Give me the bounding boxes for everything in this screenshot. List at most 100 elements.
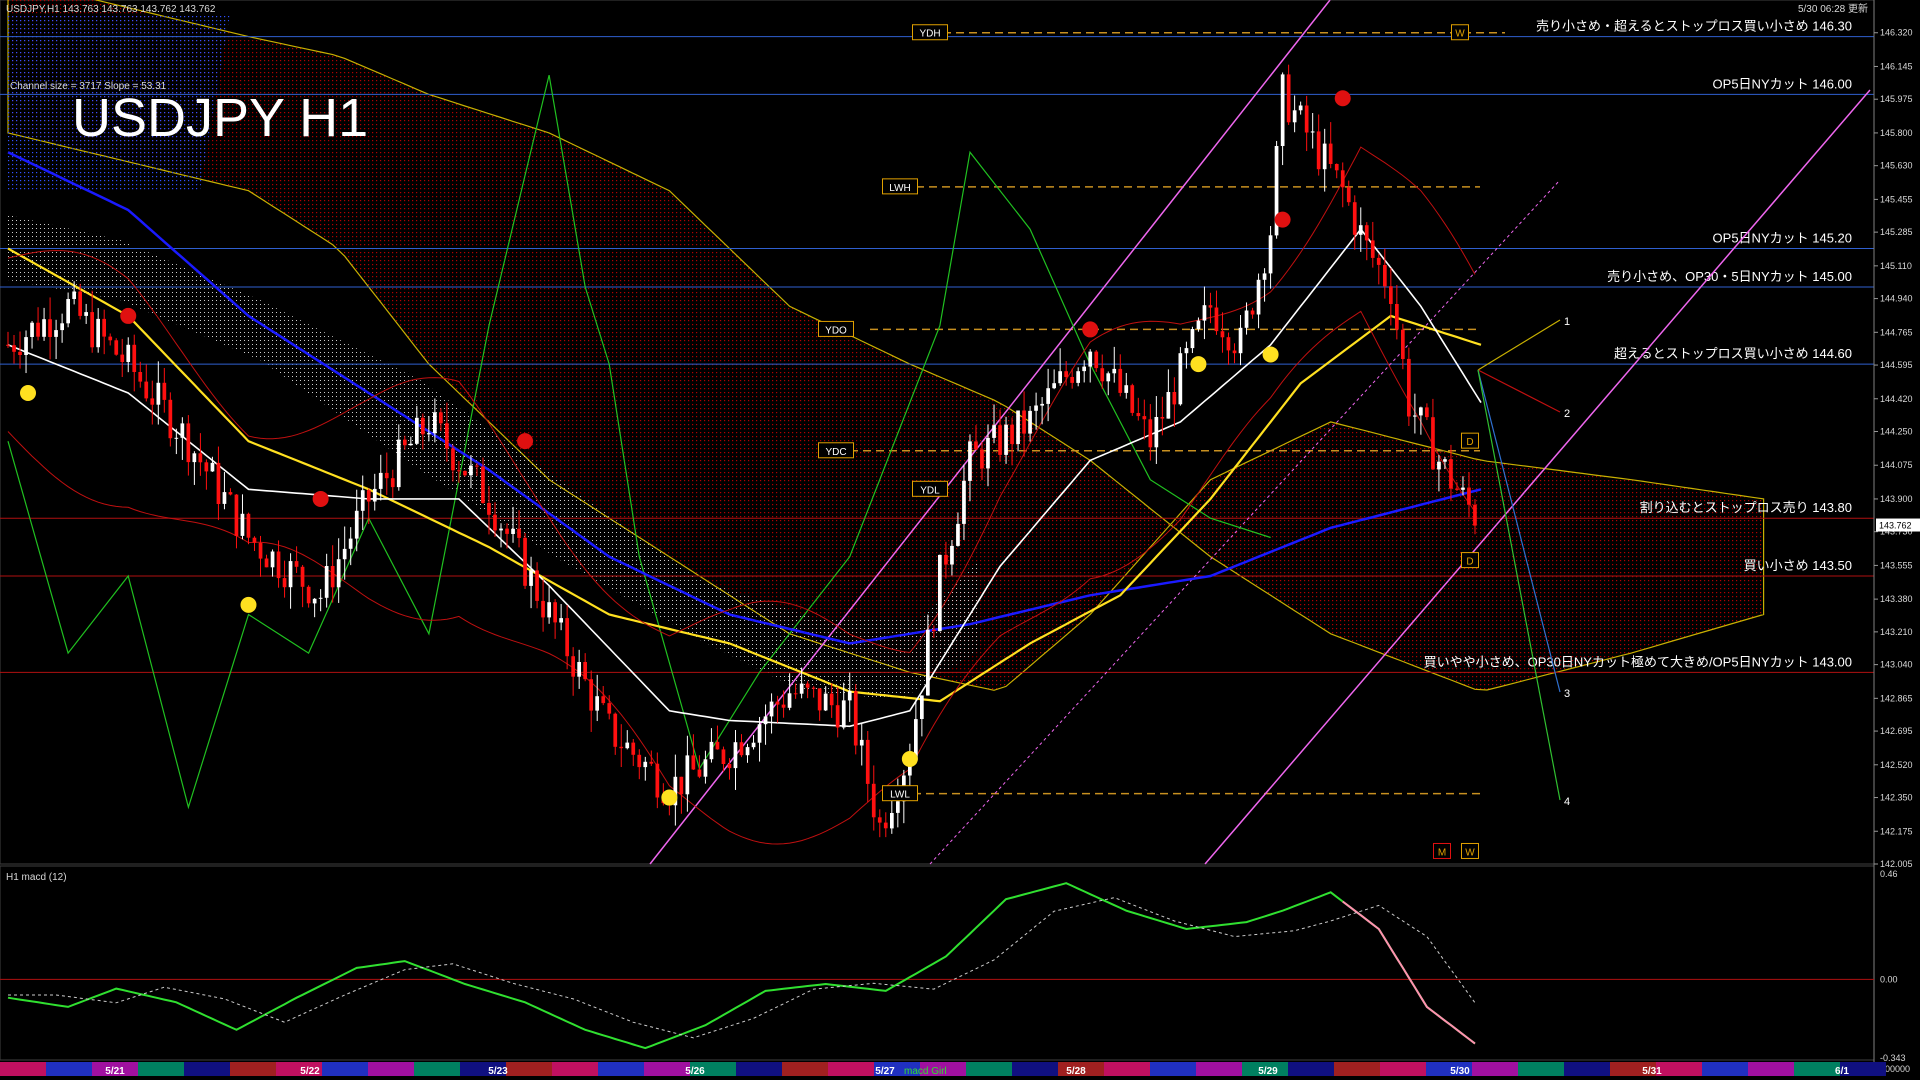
candle-body: [132, 344, 137, 372]
candle-body: [1328, 143, 1333, 164]
candle-body: [721, 749, 726, 764]
candle-body: [42, 319, 46, 337]
axis-tick-label-17: 143.380: [1880, 594, 1913, 604]
candle-body: [787, 693, 792, 708]
candle-body: [1334, 164, 1339, 171]
candle-body: [439, 412, 443, 424]
candle-body: [938, 554, 942, 632]
candle-body: [733, 742, 738, 769]
candle-body: [1004, 424, 1008, 455]
axis-tick-label-6: 145.285: [1880, 227, 1913, 237]
candle-body: [366, 490, 371, 502]
candle-body: [1250, 310, 1255, 315]
candle-body: [1467, 487, 1471, 505]
candle-body: [312, 598, 317, 604]
candle-body: [463, 471, 467, 476]
candle-body: [853, 691, 858, 746]
candle-body: [1160, 417, 1165, 419]
candle-body: [829, 693, 834, 706]
candle-body: [1316, 131, 1321, 170]
candle-body: [246, 513, 251, 538]
candle-body: [926, 629, 930, 696]
candle-body: [1118, 368, 1123, 393]
date-band: [1334, 1062, 1380, 1076]
candle-body: [78, 291, 82, 316]
candle-body: [571, 656, 575, 677]
candle-body: [1310, 131, 1315, 133]
candle-body: [390, 478, 395, 488]
axis-tick-label-21: 142.695: [1880, 726, 1913, 736]
candle-body: [896, 801, 900, 813]
candle-body: [60, 323, 64, 331]
candle-body: [336, 559, 341, 588]
candle-body: [324, 566, 329, 598]
candle-body: [126, 344, 131, 362]
candle-body: [198, 453, 203, 463]
date-band: [1472, 1062, 1518, 1076]
candle-body: [415, 417, 419, 444]
date-band: [368, 1062, 414, 1076]
candle-body: [1022, 410, 1026, 434]
axis-tick-label-18: 143.210: [1880, 627, 1913, 637]
candle-body: [252, 537, 257, 543]
date-label-1: 5/22: [300, 1066, 320, 1077]
date-band: [0, 1062, 46, 1076]
candle-body: [1064, 371, 1068, 377]
level-label-6: 買い小さめ 143.50: [1744, 558, 1852, 573]
candle-body: [805, 683, 810, 688]
candle-body: [433, 412, 437, 434]
candle-body: [1304, 105, 1309, 133]
candle-body: [348, 538, 353, 549]
level-label-0: 売り小さめ・超えるとストップロス買い小さめ 146.30: [1536, 19, 1852, 34]
price-axis: 146.320 146.145 145.975 145.800 145.630 145.4…: [1873, 0, 1920, 1062]
candle-body: [565, 618, 569, 657]
chart-window[interactable]: 売り小さめ・超えるとストップロス買い小さめ 146.30 OP5日NYカット 14…: [0, 0, 1920, 1080]
level-box-text-2: YDO: [825, 325, 847, 336]
date-band: [322, 1062, 368, 1076]
candle-body: [877, 817, 882, 823]
candle-body: [144, 381, 149, 399]
candle-body: [1184, 348, 1189, 354]
date-band: [506, 1062, 552, 1076]
axis-tick-label-13: 144.075: [1880, 460, 1913, 470]
date-band: [598, 1062, 644, 1076]
candle-body: [1455, 488, 1459, 490]
candle-body: [529, 570, 533, 586]
candle-body: [1196, 320, 1201, 329]
level-box-text-0: YDH: [919, 29, 940, 40]
signal-marker-7: [1190, 356, 1207, 373]
date-band: [1518, 1062, 1564, 1076]
candle-body: [108, 336, 113, 341]
candle-body: [354, 510, 359, 539]
candle-body: [270, 551, 275, 568]
level-label-2: OP5日NYカット 145.20: [1713, 231, 1852, 246]
candle-body: [739, 742, 744, 756]
candle-body: [944, 554, 948, 565]
candle-body: [553, 602, 557, 623]
date-band: [138, 1062, 184, 1076]
projection-label-0: 1: [1564, 316, 1570, 328]
level-label-5: 割り込むとストップロス売り 143.80: [1640, 500, 1852, 515]
candle-body: [625, 742, 630, 749]
projection-label-1: 2: [1564, 408, 1570, 420]
candle-body: [547, 602, 551, 618]
candle-body: [1238, 327, 1243, 354]
date-band: [1196, 1062, 1242, 1076]
candle-body: [631, 742, 636, 755]
candle-body: [1256, 279, 1261, 315]
level-label-4: 超えるとストップロス買い小さめ 144.60: [1614, 346, 1852, 361]
candle-body: [1094, 351, 1099, 369]
candle-body: [421, 417, 425, 435]
candle-body: [1443, 459, 1447, 462]
axis-tick-label-23: 142.350: [1880, 793, 1913, 803]
candle-body: [1376, 257, 1381, 265]
macd-girl-label: macd Girl: [904, 1066, 947, 1077]
candle-body: [318, 597, 323, 599]
candle-body: [258, 542, 263, 559]
axis-tick-label-19: 143.040: [1880, 660, 1913, 670]
candle-body: [1413, 415, 1417, 417]
macd-panel: [0, 865, 1875, 1061]
candle-body: [1040, 403, 1044, 406]
chart-svg[interactable]: 売り小さめ・超えるとストップロス買い小さめ 146.30 OP5日NYカット 14…: [0, 0, 1920, 1080]
candle-body: [1088, 351, 1093, 367]
